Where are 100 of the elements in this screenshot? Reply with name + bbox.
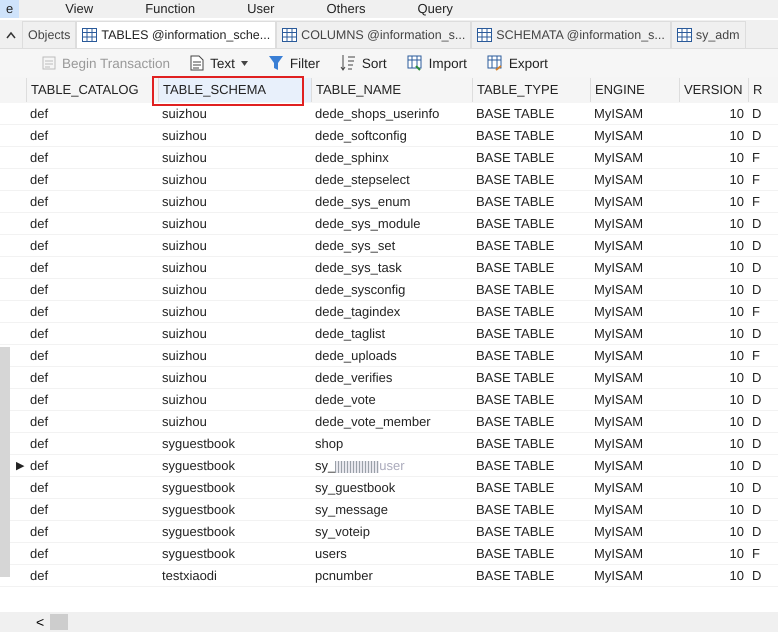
table-cell-text: testxiaodi [161,568,218,583]
table-cell-text: def [29,106,50,121]
table-cell-text: D [751,128,762,143]
table-cell-text: BASE TABLE [475,480,556,495]
table-cell-text: BASE TABLE [475,128,556,143]
table-cell-text: F [751,194,761,209]
table-cell-text: dede_taglist [314,326,386,341]
table-cell-text: syguestbook [161,524,236,539]
table-cell-text: MyISAM [593,524,644,539]
table-cell-text: MyISAM [593,172,644,187]
menu-item[interactable]: View [39,0,120,18]
column-header[interactable]: TABLE_NAME [311,78,472,102]
table-cell-text: 10 [728,150,745,165]
table-cell-text: def [29,194,50,209]
table-cell-text: 10 [728,348,745,363]
table-cell-text: def [29,568,50,583]
table-cell-text: MyISAM [593,546,644,561]
table-cell-text: D [751,326,762,341]
table-cell-text: 10 [728,172,745,187]
table-import-icon [406,55,423,71]
column-header[interactable]: R [748,78,778,102]
table-cell-text: MyISAM [593,282,644,297]
tab[interactable]: COLUMNS @information_s... [276,21,472,48]
menu-item[interactable]: e [0,0,20,18]
table-cell-text: dede_softconfig [314,128,408,143]
table-cell-text: def [29,458,50,473]
table-cell-text: def [29,172,50,187]
table-cell-text: F [751,172,761,187]
table-cell-text: MyISAM [593,414,644,429]
menu-item[interactable]: Others [300,0,392,18]
table-cell-text: def [29,304,50,319]
table-cell-text: BASE TABLE [475,216,556,231]
table-cell-text: syguestbook [161,458,236,473]
table-cell-text: D [751,524,762,539]
table-cell-text: def [29,436,50,451]
table-cell-text: MyISAM [593,480,644,495]
toolbar-button[interactable]: Export [486,55,548,71]
table-cell-text: dede_sys_task [314,260,403,275]
menu-item[interactable]: Function [119,0,222,18]
table-cell-text: 10 [728,502,745,517]
table-cell-text: 10 [728,106,745,121]
table-cell-text: F [751,304,761,319]
toolbar-button[interactable]: Text [190,55,248,71]
table-cell-text: BASE TABLE [475,458,556,473]
table-cell-text: dede_sys_module [314,216,422,231]
table-cell-text: suizhou [161,128,208,143]
table-cell-text: dede_tagindex [314,304,402,319]
table-cell-text: 10 [728,128,745,143]
table-cell-text: def [29,282,50,297]
table-cell-text: dede_shops_userinfo [314,106,440,121]
table-cell-text: F [751,348,761,363]
list-icon [42,56,56,70]
toolbar-button[interactable]: Import [406,55,467,71]
column-header[interactable]: ENGINE [590,78,679,102]
column-header[interactable]: TABLE_SCHEMA [158,78,311,102]
column-header[interactable]: VERSION [679,78,748,102]
table-cell-text: def [29,326,50,341]
scrollbar-thumb[interactable] [0,347,10,577]
toolbar-button[interactable]: Filter [268,55,320,71]
table-cell-text: syguestbook [161,502,236,517]
table-cell-text: suizhou [161,370,208,385]
table-cell-text: MyISAM [593,326,644,341]
table-cell-text: MyISAM [593,260,644,275]
tab[interactable]: sy_adm [670,21,746,48]
table-cell-text: MyISAM [593,150,644,165]
column-header[interactable]: TABLE_TYPE [472,78,590,102]
table-cell-text: BASE TABLE [475,524,556,539]
menu-item[interactable]: Query [392,0,479,18]
table-icon [282,28,298,42]
table-cell-text: dede_verifies [314,370,394,385]
table-cell-text: MyISAM [593,238,644,253]
table-cell-text: def [29,392,50,407]
table-cell-text: dede_sysconfig [314,282,406,297]
table-cell-text: suizhou [161,238,208,253]
table-cell-text: suizhou [161,326,208,341]
table-cell-text: BASE TABLE [475,568,556,583]
table-cell-text: 10 [728,370,745,385]
table-cell-text: suizhou [161,172,208,187]
table-cell-text: D [751,480,762,495]
table-cell-text: 10 [728,194,745,209]
table-cell-text: D [751,260,762,275]
table-cell-text: sy_ user [314,458,406,473]
table-cell-text: MyISAM [593,106,644,121]
table-cell-text: 10 [728,260,745,275]
table-cell-text: sy_guestbook [314,480,396,495]
toolbar-button[interactable]: Sort [340,54,387,72]
table-cell-text: MyISAM [593,458,644,473]
table-cell-text: def [29,414,50,429]
tab[interactable]: SCHEMATA @information_s... [471,21,671,48]
table-cell-text: MyISAM [593,502,644,517]
scrollbar-thumb[interactable] [50,614,68,630]
table-cell-text: 10 [728,216,745,231]
table-cell-text: MyISAM [593,128,644,143]
scroll-left-button[interactable]: < [36,614,44,630]
menu-item[interactable]: User [221,0,301,18]
tab[interactable]: Objects [22,21,76,48]
tab[interactable]: TABLES @information_sche... [76,21,276,48]
table-cell-text: MyISAM [593,392,644,407]
table-cell-text: 10 [728,414,745,429]
table-cell-text: suizhou [161,282,208,297]
